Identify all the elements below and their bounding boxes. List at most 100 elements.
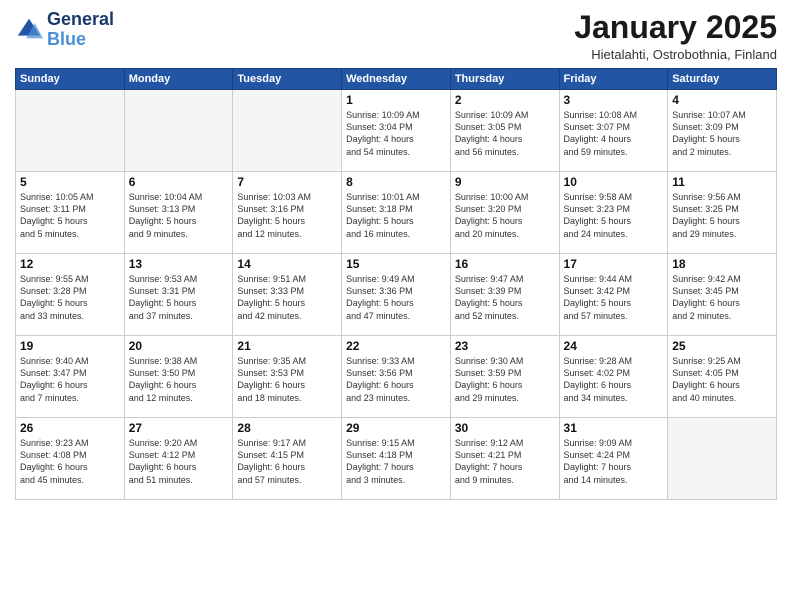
cell-info: Sunrise: 10:09 AM Sunset: 3:04 PM Daylig… xyxy=(346,109,446,158)
day-number: 3 xyxy=(564,93,664,107)
calendar-week-row: 26 Sunrise: 9:23 AM Sunset: 4:08 PM Dayli… xyxy=(16,418,777,500)
col-friday: Friday xyxy=(559,69,668,90)
table-row: 28Sunrise: 9:17 AM Sunset: 4:15 PM Dayli… xyxy=(233,418,342,500)
day-number: 24 xyxy=(564,339,664,353)
table-row: 24Sunrise: 9:28 AM Sunset: 4:02 PM Dayli… xyxy=(559,336,668,418)
table-row xyxy=(124,90,233,172)
cell-info: Sunrise: 9:38 AM Sunset: 3:50 PM Dayligh… xyxy=(129,355,229,404)
cell-info: Sunrise: 9:42 AM Sunset: 3:45 PM Dayligh… xyxy=(672,273,772,322)
cell-info: Sunrise: 9:56 AM Sunset: 3:25 PM Dayligh… xyxy=(672,191,772,240)
day-number: 13 xyxy=(129,257,229,271)
table-row: 18 Sunrise: 9:42 AM Sunset: 3:45 PM Dayli… xyxy=(668,254,777,336)
calendar-week-row: 19 Sunrise: 9:40 AM Sunset: 3:47 PM Dayli… xyxy=(16,336,777,418)
location: Hietalahti, Ostrobothnia, Finland xyxy=(574,47,777,62)
day-number: 23 xyxy=(455,339,555,353)
calendar-table: Sunday Monday Tuesday Wednesday Thursday… xyxy=(15,68,777,500)
cell-info: Sunrise: 9:33 AM Sunset: 3:56 PM Dayligh… xyxy=(346,355,446,404)
cell-info: Sunrise: 9:20 AM Sunset: 4:12 PM Dayligh… xyxy=(129,437,229,486)
month-title: January 2025 xyxy=(574,10,777,45)
day-number: 26 xyxy=(20,421,120,435)
table-row: 2Sunrise: 10:09 AM Sunset: 3:05 PM Dayli… xyxy=(450,90,559,172)
table-row: 19 Sunrise: 9:40 AM Sunset: 3:47 PM Dayli… xyxy=(16,336,125,418)
calendar-week-row: 5 Sunrise: 10:05 AM Sunset: 3:11 PM Dayli… xyxy=(16,172,777,254)
table-row: 29Sunrise: 9:15 AM Sunset: 4:18 PM Dayli… xyxy=(342,418,451,500)
table-row: 31Sunrise: 9:09 AM Sunset: 4:24 PM Dayli… xyxy=(559,418,668,500)
cell-info: Sunrise: 9:47 AM Sunset: 3:39 PM Dayligh… xyxy=(455,273,555,322)
day-number: 2 xyxy=(455,93,555,107)
cell-info: Sunrise: 9:12 AM Sunset: 4:21 PM Dayligh… xyxy=(455,437,555,486)
table-row: 20 Sunrise: 9:38 AM Sunset: 3:50 PM Dayli… xyxy=(124,336,233,418)
table-row: 23 Sunrise: 9:30 AM Sunset: 3:59 PM Dayli… xyxy=(450,336,559,418)
cell-info: Sunrise: 9:23 AM Sunset: 4:08 PM Dayligh… xyxy=(20,437,120,486)
calendar-header-row: Sunday Monday Tuesday Wednesday Thursday… xyxy=(16,69,777,90)
day-number: 5 xyxy=(20,175,120,189)
day-number: 20 xyxy=(129,339,229,353)
table-row xyxy=(668,418,777,500)
day-number: 10 xyxy=(564,175,664,189)
table-row: 9 Sunrise: 10:00 AM Sunset: 3:20 PM Dayli… xyxy=(450,172,559,254)
cell-info: Sunrise: 9:35 AM Sunset: 3:53 PM Dayligh… xyxy=(237,355,337,404)
table-row: 5 Sunrise: 10:05 AM Sunset: 3:11 PM Dayli… xyxy=(16,172,125,254)
header: General Blue January 2025 Hietalahti, Os… xyxy=(15,10,777,62)
day-number: 17 xyxy=(564,257,664,271)
table-row: 11 Sunrise: 9:56 AM Sunset: 3:25 PM Dayli… xyxy=(668,172,777,254)
logo-text: General Blue xyxy=(47,10,114,50)
cell-info: Sunrise: 9:30 AM Sunset: 3:59 PM Dayligh… xyxy=(455,355,555,404)
table-row: 10 Sunrise: 9:58 AM Sunset: 3:23 PM Dayli… xyxy=(559,172,668,254)
calendar-week-row: 12 Sunrise: 9:55 AM Sunset: 3:28 PM Dayli… xyxy=(16,254,777,336)
day-number: 25 xyxy=(672,339,772,353)
cell-info: Sunrise: 9:15 AM Sunset: 4:18 PM Dayligh… xyxy=(346,437,446,486)
table-row: 12 Sunrise: 9:55 AM Sunset: 3:28 PM Dayli… xyxy=(16,254,125,336)
day-number: 31 xyxy=(564,421,664,435)
day-number: 8 xyxy=(346,175,446,189)
col-tuesday: Tuesday xyxy=(233,69,342,90)
table-row: 1 Sunrise: 10:09 AM Sunset: 3:04 PM Dayli… xyxy=(342,90,451,172)
table-row: 27Sunrise: 9:20 AM Sunset: 4:12 PM Dayli… xyxy=(124,418,233,500)
day-number: 11 xyxy=(672,175,772,189)
cell-info: Sunrise: 10:05 AM Sunset: 3:11 PM Daylig… xyxy=(20,191,120,240)
cell-info: Sunrise: 10:00 AM Sunset: 3:20 PM Daylig… xyxy=(455,191,555,240)
table-row: 3Sunrise: 10:08 AM Sunset: 3:07 PM Dayli… xyxy=(559,90,668,172)
col-thursday: Thursday xyxy=(450,69,559,90)
table-row xyxy=(16,90,125,172)
logo-icon xyxy=(15,16,43,44)
day-number: 7 xyxy=(237,175,337,189)
table-row: 6 Sunrise: 10:04 AM Sunset: 3:13 PM Dayli… xyxy=(124,172,233,254)
table-row: 14Sunrise: 9:51 AM Sunset: 3:33 PM Dayli… xyxy=(233,254,342,336)
day-number: 9 xyxy=(455,175,555,189)
cell-info: Sunrise: 9:53 AM Sunset: 3:31 PM Dayligh… xyxy=(129,273,229,322)
table-row: 15Sunrise: 9:49 AM Sunset: 3:36 PM Dayli… xyxy=(342,254,451,336)
col-saturday: Saturday xyxy=(668,69,777,90)
cell-info: Sunrise: 10:04 AM Sunset: 3:13 PM Daylig… xyxy=(129,191,229,240)
day-number: 16 xyxy=(455,257,555,271)
day-number: 6 xyxy=(129,175,229,189)
day-number: 22 xyxy=(346,339,446,353)
day-number: 19 xyxy=(20,339,120,353)
table-row: 30Sunrise: 9:12 AM Sunset: 4:21 PM Dayli… xyxy=(450,418,559,500)
cell-info: Sunrise: 9:55 AM Sunset: 3:28 PM Dayligh… xyxy=(20,273,120,322)
table-row: 21Sunrise: 9:35 AM Sunset: 3:53 PM Dayli… xyxy=(233,336,342,418)
table-row: 22 Sunrise: 9:33 AM Sunset: 3:56 PM Dayli… xyxy=(342,336,451,418)
cell-info: Sunrise: 9:40 AM Sunset: 3:47 PM Dayligh… xyxy=(20,355,120,404)
day-number: 12 xyxy=(20,257,120,271)
day-number: 18 xyxy=(672,257,772,271)
cell-info: Sunrise: 9:58 AM Sunset: 3:23 PM Dayligh… xyxy=(564,191,664,240)
page: General Blue January 2025 Hietalahti, Os… xyxy=(0,0,792,612)
cell-info: Sunrise: 9:44 AM Sunset: 3:42 PM Dayligh… xyxy=(564,273,664,322)
table-row: 16 Sunrise: 9:47 AM Sunset: 3:39 PM Dayli… xyxy=(450,254,559,336)
cell-info: Sunrise: 10:03 AM Sunset: 3:16 PM Daylig… xyxy=(237,191,337,240)
day-number: 14 xyxy=(237,257,337,271)
table-row: 25Sunrise: 9:25 AM Sunset: 4:05 PM Dayli… xyxy=(668,336,777,418)
title-block: January 2025 Hietalahti, Ostrobothnia, F… xyxy=(574,10,777,62)
logo: General Blue xyxy=(15,10,114,50)
table-row: 7 Sunrise: 10:03 AM Sunset: 3:16 PM Dayli… xyxy=(233,172,342,254)
table-row: 8 Sunrise: 10:01 AM Sunset: 3:18 PM Dayli… xyxy=(342,172,451,254)
cell-info: Sunrise: 10:01 AM Sunset: 3:18 PM Daylig… xyxy=(346,191,446,240)
table-row xyxy=(233,90,342,172)
cell-info: Sunrise: 10:07 AM Sunset: 3:09 PM Daylig… xyxy=(672,109,772,158)
cell-info: Sunrise: 9:17 AM Sunset: 4:15 PM Dayligh… xyxy=(237,437,337,486)
col-wednesday: Wednesday xyxy=(342,69,451,90)
table-row: 4Sunrise: 10:07 AM Sunset: 3:09 PM Dayli… xyxy=(668,90,777,172)
col-monday: Monday xyxy=(124,69,233,90)
day-number: 1 xyxy=(346,93,446,107)
